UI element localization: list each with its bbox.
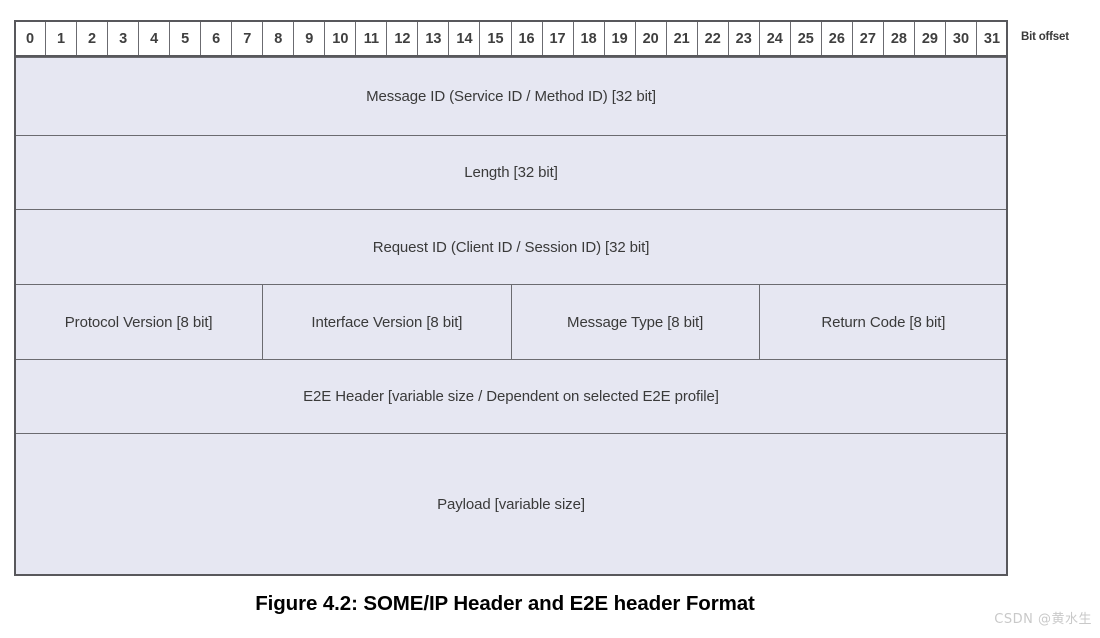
field-cell: Payload [variable size]	[14, 433, 1008, 575]
bit-offset-cell: 26	[820, 20, 853, 58]
field-row-e2e-header: E2E Header [variable size / Dependent on…	[14, 359, 1008, 434]
bit-offset-cell: 3	[107, 20, 140, 58]
field-row-message-id: Message ID (Service ID / Method ID) [32 …	[14, 57, 1008, 136]
bit-offset-cell: 15	[479, 20, 512, 58]
field-cell: Protocol Version [8 bit]	[13, 284, 264, 360]
bit-offset-cell: 27	[851, 20, 884, 58]
bit-offset-cell: 30	[944, 20, 977, 58]
field-row-payload: Payload [variable size]	[14, 433, 1008, 575]
bit-offset-cell: 16	[510, 20, 543, 58]
field-cell: Return Code [8 bit]	[758, 284, 1009, 360]
bit-offset-label: Bit offset	[1021, 31, 1069, 43]
bit-offset-cell: 1	[45, 20, 78, 58]
bit-offset-cell: 10	[324, 20, 357, 58]
bit-offset-cell: 5	[169, 20, 202, 58]
some-ip-header-figure: 0 1 2 3 4 5 6 7 8 9 10 11 12 13 14 15 16 17 18 19 20 21 22 23 24…	[0, 0, 1100, 638]
bit-offset-cell: 17	[541, 20, 574, 58]
field-cell: Interface Version [8 bit]	[262, 284, 512, 360]
field-cell: E2E Header [variable size / Dependent on…	[14, 359, 1008, 434]
bit-offset-cell: 8	[262, 20, 295, 58]
packet-format-table: 0 1 2 3 4 5 6 7 8 9 10 11 12 13 14 15 16 17 18 19 20 21 22 23 24…	[13, 20, 1009, 575]
field-row-request-id: Request ID (Client ID / Session ID) [32 …	[14, 209, 1008, 285]
bit-offset-cell: 19	[603, 20, 636, 58]
watermark: CSDN @黄水生	[994, 612, 1092, 627]
bit-offset-cell: 28	[882, 20, 915, 58]
bit-offset-cell: 7	[231, 20, 264, 58]
bit-offset-cell: 18	[572, 20, 605, 58]
bit-offset-cell: 9	[293, 20, 326, 58]
bit-offset-cell: 4	[138, 20, 171, 58]
bit-offset-cell: 20	[634, 20, 667, 58]
field-cell: Length [32 bit]	[14, 135, 1008, 210]
bit-offset-cell: 12	[386, 20, 419, 58]
field-row-version-type-code: Protocol Version [8 bit] Interface Versio…	[13, 284, 1009, 360]
bit-offset-cell: 11	[355, 20, 388, 58]
field-cell: Request ID (Client ID / Session ID) [32 …	[14, 209, 1008, 285]
field-cell: Message ID (Service ID / Method ID) [32 …	[14, 57, 1008, 136]
bit-offset-cell: 13	[417, 20, 450, 58]
bit-offset-cell: 21	[665, 20, 698, 58]
bit-offset-ruler-row: 0 1 2 3 4 5 6 7 8 9 10 11 12 13 14 15 16 17 18 19 20 21 22 23 24…	[13, 20, 1009, 58]
bit-offset-cell: 23	[727, 20, 760, 58]
field-cell: Message Type [8 bit]	[510, 284, 760, 360]
bit-offset-cell: 2	[76, 20, 109, 58]
bit-offset-cell: 24	[758, 20, 791, 58]
field-row-length: Length [32 bit]	[14, 135, 1008, 210]
bit-offset-cell: 25	[789, 20, 822, 58]
bit-offset-cell: 14	[448, 20, 481, 58]
bit-offset-cell: 31	[975, 20, 1009, 58]
figure-caption: Figure 4.2: SOME/IP Header and E2E heade…	[255, 592, 755, 615]
bit-offset-cell: 29	[913, 20, 946, 58]
bit-offset-cell: 6	[200, 20, 233, 58]
bit-offset-cell: 22	[696, 20, 729, 58]
bit-offset-cell: 0	[13, 20, 47, 58]
